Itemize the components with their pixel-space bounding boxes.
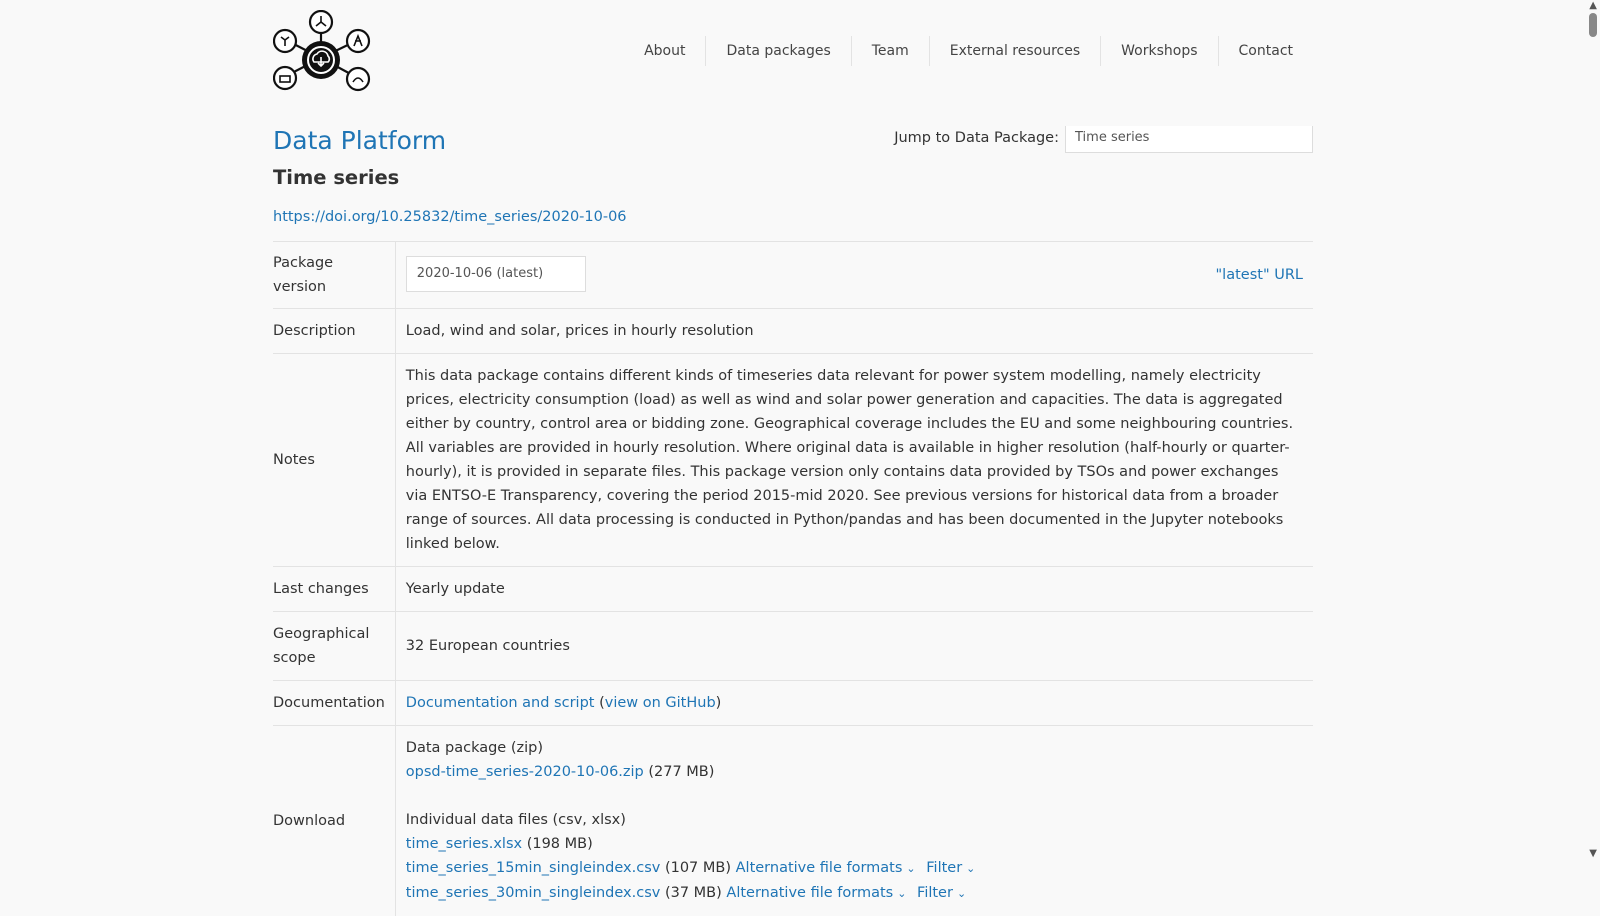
table-row: Download Data package (zip) opsd-time_se… — [273, 726, 1313, 916]
table-row: Documentation Documentation and script (… — [273, 681, 1313, 726]
filter-dropdown[interactable]: Filter⌄ — [926, 860, 975, 876]
description-value: Load, wind and solar, prices in hourly r… — [395, 309, 1313, 354]
file-row: time_series_30min_singleindex.csv (37 MB… — [406, 881, 1303, 906]
jump-to-package-input[interactable]: Time series — [1065, 126, 1313, 153]
scroll-up-icon[interactable]: ▲ — [1589, 0, 1597, 11]
file-size: (37 MB) — [665, 885, 722, 901]
package-version-select[interactable]: 2020-10-06 (latest) — [406, 256, 586, 292]
nav-data-packages[interactable]: Data packages — [705, 36, 850, 66]
filter-dropdown[interactable]: Filter⌄ — [917, 885, 966, 901]
chevron-down-icon: ⌄ — [897, 882, 906, 906]
nav-about[interactable]: About — [624, 36, 705, 66]
zip-download: opsd-time_series-2020-10-06.zip (277 MB) — [406, 760, 1303, 784]
paren-close: ) — [716, 695, 722, 711]
nav-contact[interactable]: Contact — [1218, 36, 1313, 66]
chevron-down-icon: ⌄ — [957, 882, 966, 906]
zip-file-link[interactable]: opsd-time_series-2020-10-06.zip — [406, 764, 644, 780]
nav-team[interactable]: Team — [851, 36, 929, 66]
page-title: Data Platform — [273, 126, 446, 155]
table-row: Package version 2020-10-06 (latest) "lat… — [273, 242, 1313, 309]
jump-to-package: Jump to Data Package: Time series — [894, 126, 1313, 153]
zip-file-size: (277 MB) — [648, 764, 714, 780]
row-label: Download — [273, 726, 395, 916]
scope-value: 32 European countries — [395, 612, 1313, 681]
filter-label: Filter — [917, 885, 953, 901]
page-scrollbar[interactable]: ▲ ▼ — [1584, 0, 1600, 861]
file-link[interactable]: time_series_30min_singleindex.csv — [406, 885, 661, 901]
nav-external-resources[interactable]: External resources — [929, 36, 1100, 66]
package-info-table: Package version 2020-10-06 (latest) "lat… — [273, 241, 1313, 916]
main-nav: About Data packages Team External resour… — [624, 36, 1313, 66]
nav-workshops[interactable]: Workshops — [1100, 36, 1217, 66]
row-label: Notes — [273, 354, 395, 567]
documentation-cell: Documentation and script (view on GitHub… — [395, 681, 1313, 726]
scroll-down-icon[interactable]: ▼ — [1589, 848, 1597, 859]
doi-link[interactable]: https://doi.org/10.25832/time_series/202… — [273, 209, 627, 225]
file-row: time_series.xlsx (198 MB) — [406, 832, 1303, 856]
jump-label: Jump to Data Package: — [894, 126, 1059, 149]
row-label: Package version — [273, 242, 395, 309]
file-size: (198 MB) — [527, 836, 593, 852]
file-size: (107 MB) — [665, 860, 731, 876]
notes-value: This data package contains different kin… — [406, 364, 1303, 556]
last-changes-value: Yearly update — [395, 567, 1313, 612]
row-label: Last changes — [273, 567, 395, 612]
notes-cell: This data package contains different kin… — [395, 354, 1313, 567]
table-row: Last changes Yearly update — [273, 567, 1313, 612]
files-heading: Individual data files (csv, xlsx) — [406, 808, 1303, 832]
row-value: 2020-10-06 (latest) "latest" URL — [395, 242, 1313, 309]
table-row: Geographical scope 32 European countries — [273, 612, 1313, 681]
row-label: Geographical scope — [273, 612, 395, 681]
scroll-thumb[interactable] — [1589, 13, 1597, 37]
table-row: Description Load, wind and solar, prices… — [273, 309, 1313, 354]
alternative-formats-label: Alternative file formats — [726, 885, 893, 901]
alternative-formats-dropdown[interactable]: Alternative file formats⌄ — [726, 885, 906, 901]
row-label: Description — [273, 309, 395, 354]
file-link[interactable]: time_series_15min_singleindex.csv — [406, 860, 661, 876]
github-link[interactable]: view on GitHub — [605, 695, 716, 711]
alternative-formats-dropdown[interactable]: Alternative file formats⌄ — [736, 860, 916, 876]
documentation-link[interactable]: Documentation and script — [406, 695, 595, 711]
opsd-logo[interactable] — [273, 10, 373, 94]
file-row: time_series_15min_singleindex.csv (107 M… — [406, 856, 1303, 881]
latest-url-link[interactable]: "latest" URL — [1216, 256, 1303, 294]
alternative-formats-label: Alternative file formats — [736, 860, 903, 876]
filter-label: Filter — [926, 860, 962, 876]
package-title: Time series — [273, 166, 399, 189]
table-row: Notes This data package contains differe… — [273, 354, 1313, 567]
spacer — [406, 784, 1303, 808]
download-cell: Data package (zip) opsd-time_series-2020… — [395, 726, 1313, 916]
row-label: Documentation — [273, 681, 395, 726]
zip-heading: Data package (zip) — [406, 736, 1303, 760]
file-link[interactable]: time_series.xlsx — [406, 836, 522, 852]
